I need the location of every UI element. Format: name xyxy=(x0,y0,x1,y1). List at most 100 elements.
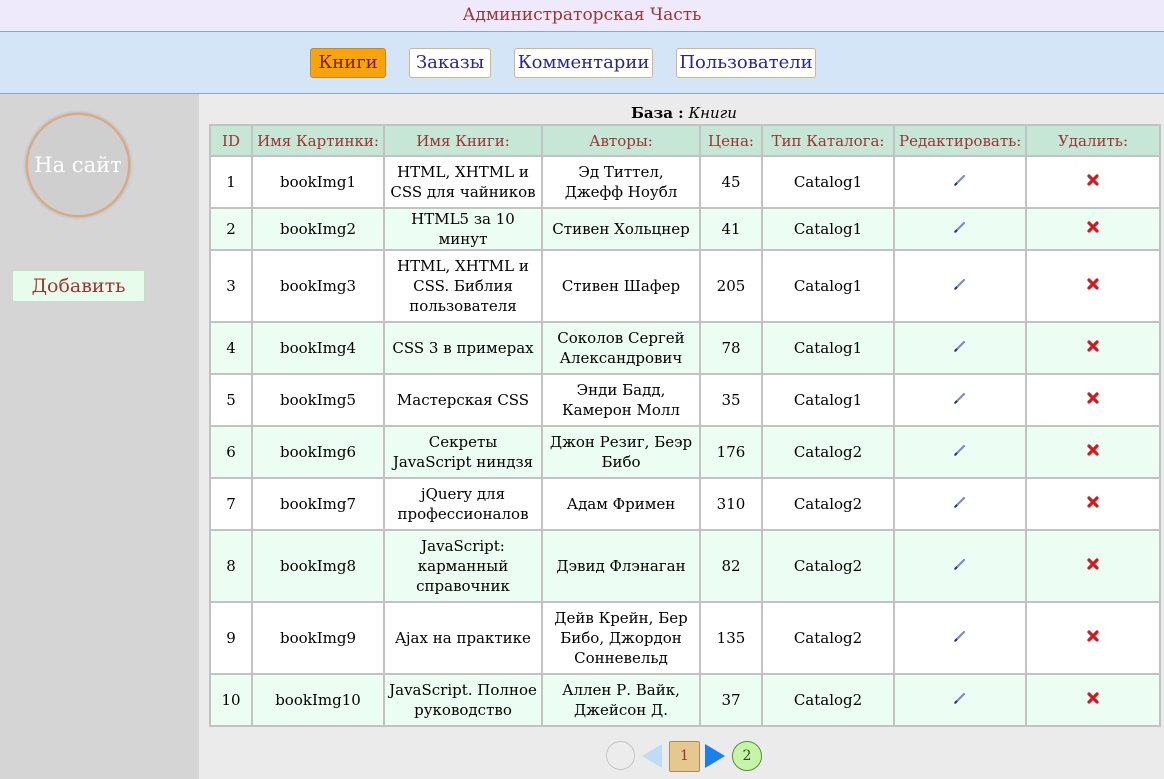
cell-edit xyxy=(893,321,1027,375)
cell-authors: Дэвид Флэнаган xyxy=(541,529,701,603)
cell-image-name: bookImg2 xyxy=(251,207,385,251)
col-header-edit: Редактировать: xyxy=(893,124,1027,157)
cell-authors: Адам Фримен xyxy=(541,477,701,531)
col-header-id: ID xyxy=(209,124,253,157)
delete-cross-icon[interactable] xyxy=(1086,495,1100,509)
cell-price: 176 xyxy=(699,425,763,479)
cell-delete xyxy=(1025,425,1161,479)
delete-cross-icon[interactable] xyxy=(1086,443,1100,457)
table-row: 3 bookImg3 HTML, XHTML и CSS. Библия польз… xyxy=(209,249,1161,323)
cell-delete xyxy=(1025,673,1161,727)
cell-image-name: bookImg5 xyxy=(251,373,385,427)
cell-book-title: Секреты JavaScript ниндзя xyxy=(383,425,543,479)
cell-catalog-type: Catalog1 xyxy=(761,321,895,375)
tab-users[interactable]: Пользователи xyxy=(676,48,816,78)
delete-cross-icon[interactable] xyxy=(1086,277,1100,291)
cell-image-name: bookImg10 xyxy=(251,673,385,727)
cell-catalog-type: Catalog1 xyxy=(761,207,895,251)
add-button[interactable]: Добавить xyxy=(12,270,145,302)
cell-edit xyxy=(893,207,1027,251)
table-header-row: ID Имя Картинки: Имя Книги: Авторы: Цена… xyxy=(209,124,1161,157)
cell-authors: Соколов Сергей Александрович xyxy=(541,321,701,375)
cell-price: 35 xyxy=(699,373,763,427)
pencil-icon[interactable] xyxy=(953,339,967,353)
table-row: 9 bookImg9 Ajax на практике Дейв Крейн, Бер… xyxy=(209,601,1161,675)
delete-cross-icon[interactable] xyxy=(1086,220,1100,234)
pencil-icon[interactable] xyxy=(953,220,967,234)
col-header-image: Имя Картинки: xyxy=(251,124,385,157)
cell-authors: Аллен Р. Вайк, Джейсон Д. xyxy=(541,673,701,727)
cell-id: 1 xyxy=(209,155,253,209)
col-header-title: Имя Книги: xyxy=(383,124,543,157)
current-page-button[interactable]: 1 xyxy=(669,741,700,772)
cell-catalog-type: Catalog2 xyxy=(761,425,895,479)
table-row: 5 bookImg5 Мастерская CSS Энди Бадд, Камеро… xyxy=(209,373,1161,427)
cell-id: 4 xyxy=(209,321,253,375)
tab-comments[interactable]: Комментарии xyxy=(514,48,653,78)
admin-title: Администраторская Часть xyxy=(0,0,1164,31)
cell-price: 41 xyxy=(699,207,763,251)
cell-edit xyxy=(893,601,1027,675)
cell-book-title: Ajax на практике xyxy=(383,601,543,675)
table-row: 6 bookImg6 Секреты JavaScript ниндзя Джон Р… xyxy=(209,425,1161,479)
cell-id: 10 xyxy=(209,673,253,727)
cell-image-name: bookImg3 xyxy=(251,249,385,323)
cell-delete xyxy=(1025,321,1161,375)
cell-price: 45 xyxy=(699,155,763,209)
cell-edit xyxy=(893,155,1027,209)
cell-delete xyxy=(1025,207,1161,251)
pencil-icon[interactable] xyxy=(953,629,967,643)
next-arrow-icon[interactable] xyxy=(703,743,727,769)
tab-books[interactable]: Книги xyxy=(310,48,386,78)
pencil-icon[interactable] xyxy=(953,173,967,187)
pencil-icon[interactable] xyxy=(953,443,967,457)
cell-price: 205 xyxy=(699,249,763,323)
pencil-icon[interactable] xyxy=(953,495,967,509)
page-2-button[interactable]: 2 xyxy=(732,741,762,771)
cell-catalog-type: Catalog2 xyxy=(761,601,895,675)
delete-cross-icon[interactable] xyxy=(1086,173,1100,187)
pencil-icon[interactable] xyxy=(953,277,967,291)
table-row: 4 bookImg4 CSS 3 в примерах Соколов Сергей … xyxy=(209,321,1161,375)
col-header-catalog: Тип Каталога: xyxy=(761,124,895,157)
cell-delete xyxy=(1025,601,1161,675)
delete-cross-icon[interactable] xyxy=(1086,629,1100,643)
cell-book-title: HTML, XHTML и CSS для чайников xyxy=(383,155,543,209)
prev-arrow-icon xyxy=(642,744,662,768)
delete-cross-icon[interactable] xyxy=(1086,391,1100,405)
cell-image-name: bookImg4 xyxy=(251,321,385,375)
pencil-icon[interactable] xyxy=(953,691,967,705)
table-row: 7 bookImg7 jQuery для профессионалов Адам Ф… xyxy=(209,477,1161,531)
cell-authors: Дейв Крейн, Бер Бибо, Джордон Сонневельд xyxy=(541,601,701,675)
pencil-icon[interactable] xyxy=(953,557,967,571)
caption-label: База : xyxy=(631,104,684,122)
col-header-authors: Авторы: xyxy=(541,124,701,157)
cell-price: 37 xyxy=(699,673,763,727)
cell-catalog-type: Catalog1 xyxy=(761,155,895,209)
cell-price: 310 xyxy=(699,477,763,531)
tab-orders[interactable]: Заказы xyxy=(409,48,491,78)
pager-first-empty xyxy=(606,741,635,770)
cell-book-title: Мастерская CSS xyxy=(383,373,543,427)
cell-authors: Энди Бадд, Камерон Молл xyxy=(541,373,701,427)
delete-cross-icon[interactable] xyxy=(1086,691,1100,705)
delete-cross-icon[interactable] xyxy=(1086,557,1100,571)
delete-cross-icon[interactable] xyxy=(1086,339,1100,353)
cell-edit xyxy=(893,425,1027,479)
cell-edit xyxy=(893,673,1027,727)
pagination: 1 2 xyxy=(604,741,804,773)
cell-id: 6 xyxy=(209,425,253,479)
table-caption: База : Книги xyxy=(0,104,1164,122)
pencil-icon[interactable] xyxy=(953,391,967,405)
col-header-delete: Удалить: xyxy=(1025,124,1161,157)
cell-image-name: bookImg8 xyxy=(251,529,385,603)
to-site-button[interactable]: На сайт xyxy=(26,113,130,217)
main-nav: Книги Заказы Комментарии Пользователи xyxy=(0,31,1164,94)
table-row: 2 bookImg2 HTML5 за 10 минут Стивен Хольцне… xyxy=(209,207,1161,251)
cell-delete xyxy=(1025,477,1161,531)
cell-delete xyxy=(1025,529,1161,603)
books-table: ID Имя Картинки: Имя Книги: Авторы: Цена… xyxy=(209,124,1161,727)
cell-image-name: bookImg9 xyxy=(251,601,385,675)
cell-catalog-type: Catalog1 xyxy=(761,373,895,427)
cell-book-title: JavaScript: карманный справочник xyxy=(383,529,543,603)
